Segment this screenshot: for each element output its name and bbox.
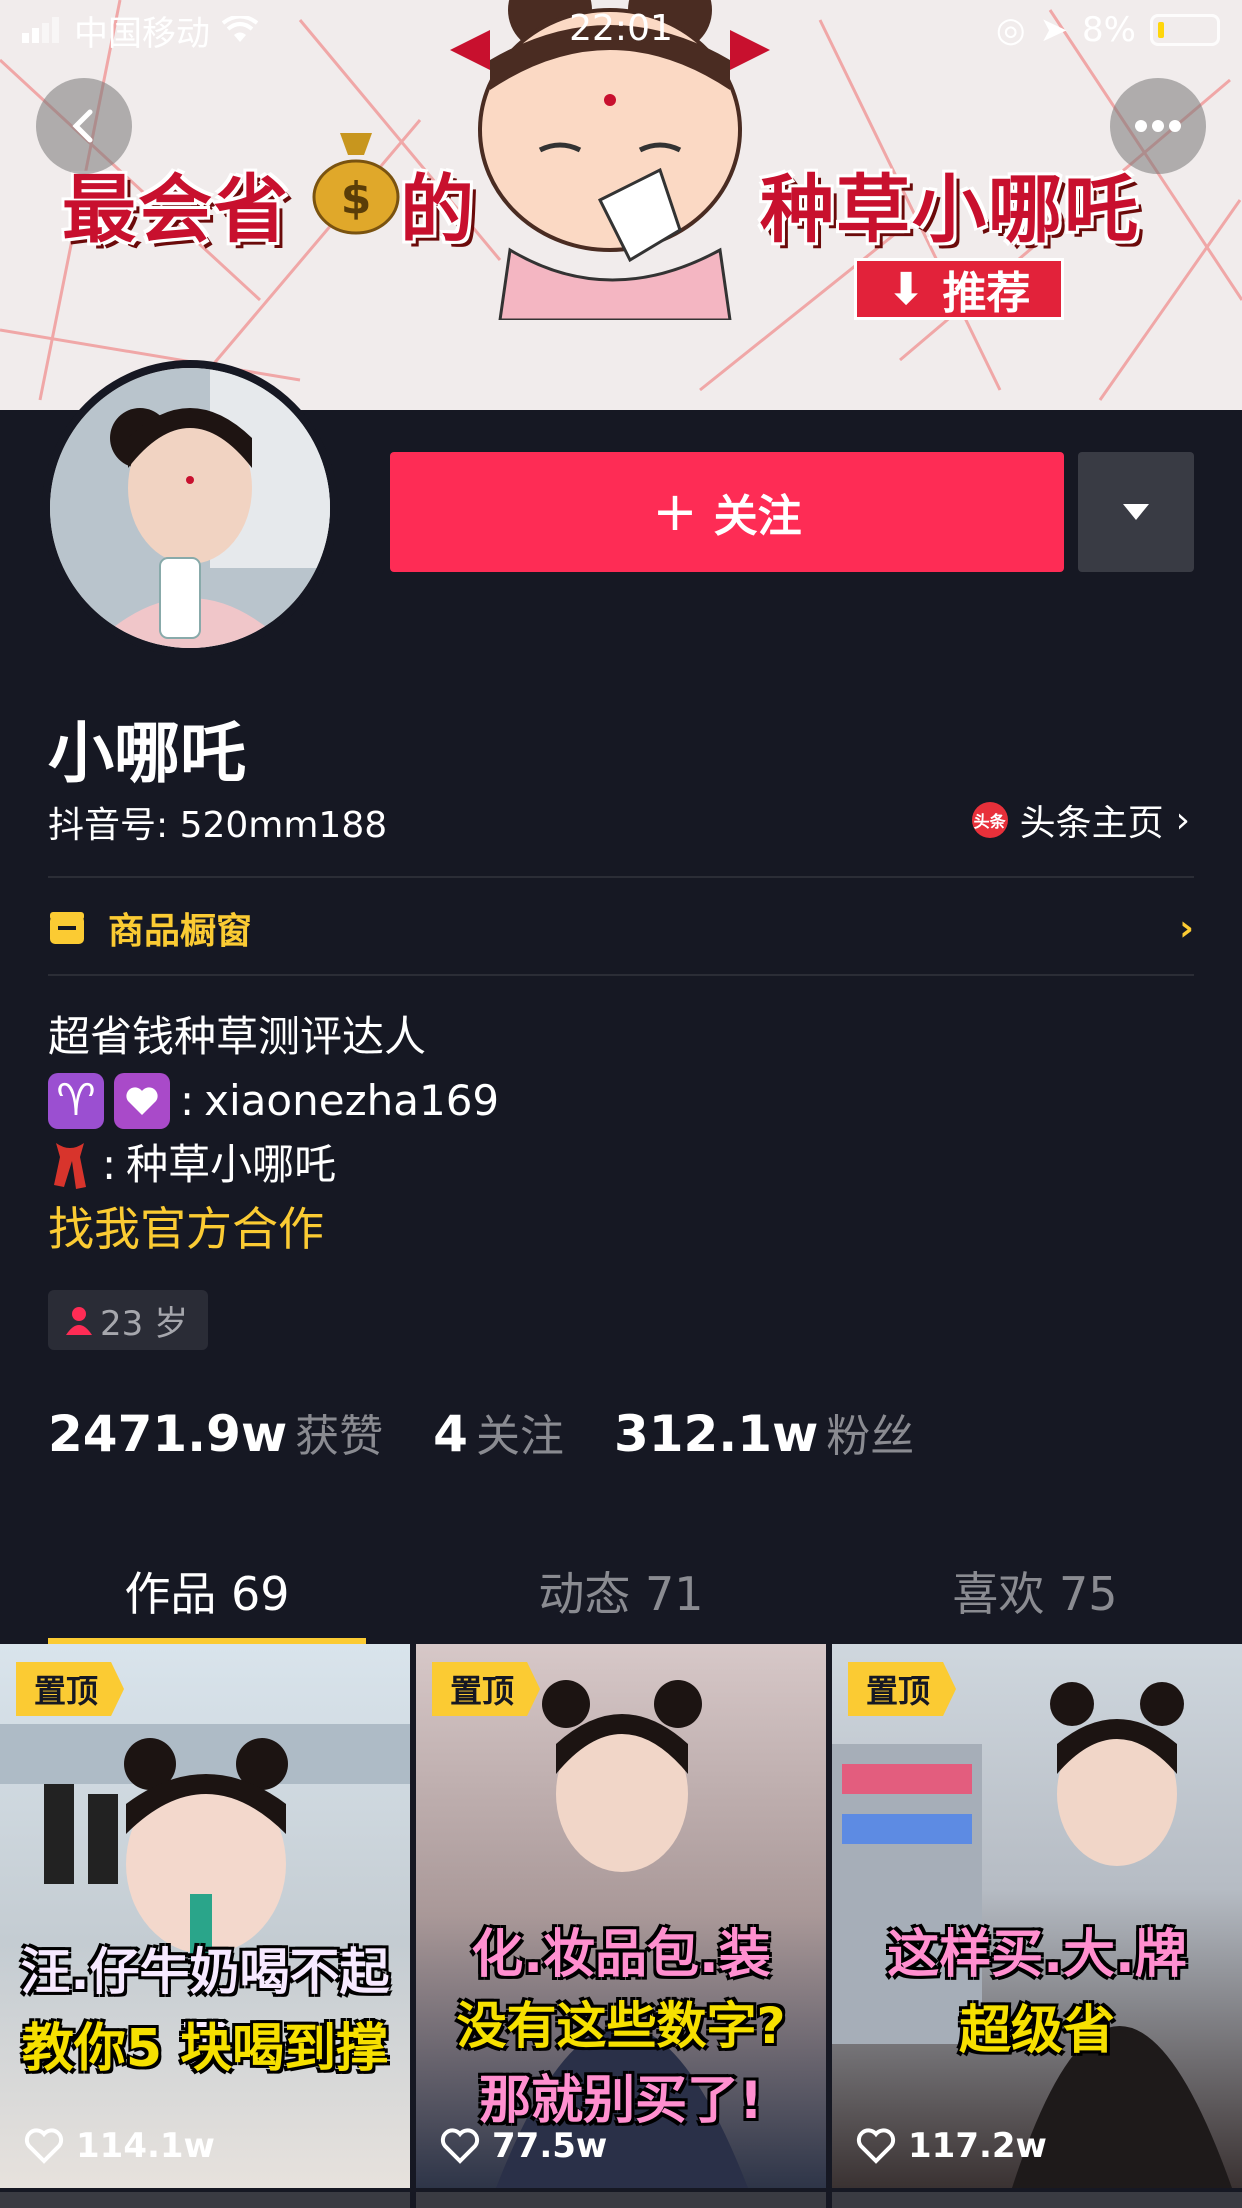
recommend-dropdown-button[interactable] — [1078, 452, 1194, 572]
shop-label: 商品橱窗 — [108, 911, 253, 952]
bio-line: 超省钱种草测评达人 — [48, 1012, 427, 1061]
likes-count: 2471.9w — [48, 1405, 288, 1463]
banner-title-right: 种草小哪吒 — [760, 167, 1140, 253]
video-caption: 超级省 — [958, 2001, 1115, 2061]
pinned-badge: 置顶 — [16, 1662, 125, 1716]
pinned-badge: 置顶 — [432, 1662, 541, 1716]
battery-percent: 8% — [1082, 10, 1136, 50]
video-caption: 化.妆品包.装 — [471, 1925, 771, 1985]
official-collab-link[interactable]: 找我官方合作 — [48, 1197, 499, 1261]
rotation-lock-icon: ◎ — [995, 10, 1026, 50]
video-thumbnail[interactable]: 置顶 化.妆品包.装 没有这些数字? 那就别买了! 77.5w — [416, 1644, 826, 2188]
more-icon — [1135, 120, 1181, 132]
status-bar: 中国移动 22:01 ◎ ➤ 8% — [0, 0, 1242, 60]
location-icon: ➤ — [1039, 10, 1069, 50]
content-tabs: 作品 69 动态 71 喜欢 75 — [0, 1540, 1242, 1644]
recommend-label: 推荐 — [942, 268, 1031, 319]
toutiao-logo-icon: 头条 — [971, 802, 1008, 838]
like-count: 117.2w — [856, 2126, 1047, 2166]
female-user-icon — [66, 1307, 92, 1335]
video-grid: 置顶 汪.仔牛奶喝不起了 教你5 块喝到撑 114.1w 置顶 化.妆品包.装 … — [0, 1644, 1242, 2208]
more-button[interactable] — [1110, 78, 1206, 174]
plus-icon: + — [652, 480, 698, 543]
bio-line: ♈ : xiaonezha169 — [48, 1069, 499, 1133]
bio: 超省钱种草测评达人 ♈ : xiaonezha169 : 种草小哪吒 找我官方合… — [48, 1005, 499, 1261]
age-tag: 23 岁 — [48, 1290, 209, 1350]
like-count-value: 117.2w — [908, 2126, 1047, 2166]
svg-text:$: $ — [341, 173, 372, 224]
video-caption: 这样买.大.牌 — [887, 1925, 1187, 1985]
video-thumbnail[interactable]: 置顶 汪.仔牛奶喝不起了 教你5 块喝到撑 114.1w — [0, 1644, 410, 2188]
heart-outline-icon — [440, 2128, 480, 2164]
tab-activity[interactable]: 动态 71 — [414, 1540, 828, 1644]
divider — [48, 974, 1194, 976]
profile-banner: 最会省 $ 的 种草小哪吒 ⬇ 推荐 — [0, 0, 1242, 410]
stats-row: 2471.9w 获赞 4 关注 312.1w 粉丝 — [48, 1400, 964, 1464]
follow-label: 关注 — [713, 491, 802, 542]
douyin-id: 抖音号: 520mm188 — [48, 805, 388, 846]
video-caption: 那就别买了! — [479, 2071, 763, 2131]
toutiao-homepage-link[interactable]: 头条 头条主页 › — [971, 794, 1190, 846]
likes-label: 获赞 — [295, 1411, 384, 1462]
like-count-value: 77.5w — [492, 2126, 608, 2166]
shop-icon — [50, 912, 84, 944]
username: 小哪吒 — [48, 715, 246, 792]
bio-line: : 种草小哪吒 — [48, 1133, 499, 1197]
weibo-name: 种草小哪吒 — [126, 1140, 337, 1189]
chevron-left-icon — [72, 109, 93, 143]
followers-label[interactable]: 粉丝 — [826, 1400, 914, 1464]
tab-likes[interactable]: 喜欢 75 — [828, 1540, 1242, 1644]
video-caption: 没有这些数字? — [456, 1997, 786, 2055]
recommend-tag: ⬇ 推荐 — [854, 258, 1064, 320]
scarf-icon — [54, 1143, 86, 1189]
following-label[interactable]: 关注 — [476, 1400, 564, 1464]
arrow-down-icon: ⬇ — [887, 263, 925, 315]
toutiao-label: 头条主页 — [1019, 803, 1164, 844]
followers-count[interactable]: 312.1w — [614, 1405, 818, 1463]
product-showcase-row[interactable]: 商品橱窗 › — [48, 900, 1194, 956]
follow-button[interactable]: + 关注 — [390, 452, 1064, 572]
heart-outline-icon — [856, 2128, 896, 2164]
video-cover-image — [0, 1724, 410, 1964]
back-button[interactable] — [36, 78, 132, 174]
chevron-right-icon: › — [1175, 799, 1190, 841]
caret-down-icon — [1123, 504, 1149, 520]
tab-works[interactable]: 作品 69 — [0, 1540, 414, 1644]
avatar[interactable] — [42, 360, 338, 656]
divider — [48, 876, 1194, 878]
video-caption: 教你5 块喝到撑 — [21, 2019, 389, 2079]
video-thumbnail[interactable]: 置顶 这样买.大.牌 超级省 117.2w — [832, 1644, 1242, 2188]
age-label: 23 岁 — [100, 1303, 189, 1344]
following-count[interactable]: 4 — [433, 1405, 468, 1463]
like-count: 77.5w — [440, 2126, 607, 2166]
like-count: 114.1w — [24, 2126, 215, 2166]
wechat-id: xiaonezha169 — [204, 1076, 500, 1125]
money-bag-icon: $ — [312, 133, 400, 235]
next-row-preview — [0, 2192, 1242, 2208]
avatar-photo — [50, 368, 330, 648]
heart-outline-icon — [24, 2128, 64, 2164]
like-count-value: 114.1w — [76, 2126, 215, 2166]
battery-icon — [1150, 14, 1220, 46]
colon: : — [180, 1076, 195, 1125]
pinned-badge: 置顶 — [848, 1662, 957, 1716]
colon: : — [102, 1140, 117, 1189]
chevron-right-icon: › — [1179, 907, 1194, 949]
heart-icon — [114, 1073, 170, 1129]
aries-icon: ♈ — [48, 1073, 104, 1129]
